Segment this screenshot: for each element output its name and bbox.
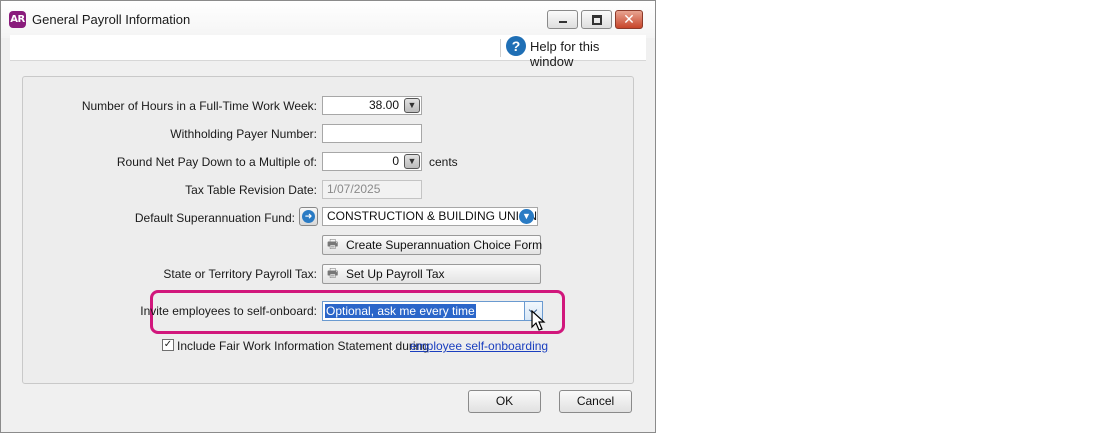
close-icon: ✕ [623, 11, 635, 27]
settings-panel: Number of Hours in a Full-Time Work Week… [22, 76, 634, 384]
help-separator [500, 39, 501, 57]
cancel-button[interactable]: Cancel [559, 390, 632, 413]
round-label: Round Net Pay Down to a Multiple of: [116, 155, 317, 169]
invite-selected-value: Optional, ask me every time [325, 304, 476, 318]
fairwork-checkbox[interactable]: ✓ [162, 339, 174, 351]
hours-dropdown[interactable]: 38.00 ▼ [322, 96, 422, 115]
round-dropdown[interactable]: 0 ▼ [322, 152, 422, 171]
help-bar: ? Help for this window [10, 35, 646, 69]
set-up-payroll-tax-button[interactable]: 🖶 Set Up Payroll Tax [322, 264, 541, 284]
help-icon[interactable]: ? [506, 36, 526, 56]
app-logo-icon: AR [9, 11, 26, 28]
invite-label: Invite employees to self-onboard: [140, 304, 317, 318]
super-label: Default Superannuation Fund: [134, 211, 295, 225]
mouse-cursor-icon [531, 310, 546, 331]
taxdate-label: Tax Table Revision Date: [185, 183, 317, 197]
super-fund-details-button[interactable]: ➜ [299, 207, 318, 226]
fairwork-label: Include Fair Work Information Statement … [177, 339, 429, 353]
close-button[interactable]: ✕ [615, 10, 643, 29]
payer-number-input[interactable] [322, 124, 422, 143]
chevron-down-icon[interactable]: ▼ [404, 154, 420, 169]
set-up-payroll-tax-label: Set Up Payroll Tax [346, 267, 445, 281]
payroll-info-window: AR General Payroll Information ✕ ? Help … [0, 0, 656, 433]
chevron-down-icon[interactable]: ▼ [519, 209, 534, 224]
round-unit: cents [429, 155, 458, 169]
round-value: 0 [392, 154, 399, 168]
printer-icon: 🖶 [327, 266, 339, 280]
maximize-button[interactable] [581, 10, 612, 29]
payer-label: Withholding Payer Number: [170, 127, 317, 141]
arrow-right-icon: ➜ [302, 210, 315, 223]
hours-label: Number of Hours in a Full-Time Work Week… [81, 99, 317, 113]
taxdate-field: 1/07/2025 [322, 180, 422, 199]
minimize-button[interactable] [547, 10, 578, 29]
create-super-choice-form-label: Create Superannuation Choice Form [346, 238, 543, 252]
invite-dropdown[interactable]: Optional, ask me every time [322, 301, 543, 321]
hours-value: 38.00 [368, 98, 399, 112]
self-onboarding-link[interactable]: employee self-onboarding [410, 339, 548, 353]
chevron-down-icon[interactable]: ▼ [404, 98, 420, 113]
title-bar[interactable]: AR General Payroll Information ✕ [1, 1, 655, 38]
create-super-choice-form-button[interactable]: 🖶 Create Superannuation Choice Form [322, 235, 543, 255]
ok-button[interactable]: OK [468, 390, 541, 413]
payroll-tax-label: State or Territory Payroll Tax: [163, 267, 317, 281]
window-client: ? Help for this window Number of Hours i… [10, 35, 646, 425]
window-title: General Payroll Information [32, 12, 191, 27]
help-link[interactable]: Help for this window [530, 39, 646, 69]
super-fund-combo[interactable]: CONSTRUCTION & BUILDING UNIONS S ▼ [322, 207, 538, 226]
printer-icon: 🖶 [327, 237, 339, 251]
super-fund-value: CONSTRUCTION & BUILDING UNIONS S [327, 209, 538, 223]
